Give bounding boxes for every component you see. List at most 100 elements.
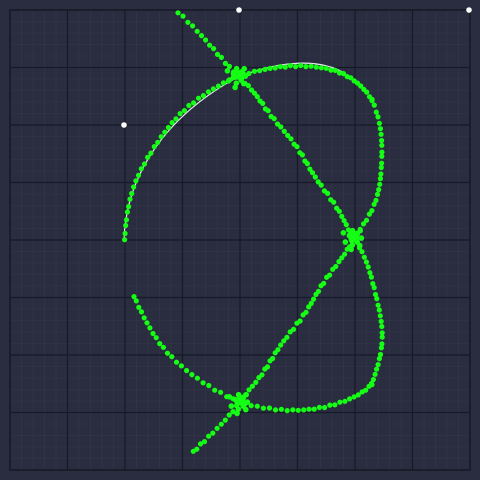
green-dot-icon <box>306 304 312 310</box>
green-dot-icon <box>186 102 192 109</box>
green-dot-icon <box>347 396 353 402</box>
green-dot-icon <box>324 274 330 280</box>
green-dot-icon <box>262 66 268 72</box>
green-dot-icon <box>260 405 266 411</box>
green-dot-icon <box>303 64 309 70</box>
green-dot-icon <box>160 344 166 350</box>
green-dot-icon <box>379 323 385 330</box>
green-dot-icon <box>129 190 135 197</box>
green-dot-icon <box>228 403 235 409</box>
control-point-icon[interactable] <box>466 7 472 13</box>
green-dot-icon <box>377 176 383 182</box>
green-dot-icon <box>375 114 381 120</box>
green-dot-icon <box>372 371 378 377</box>
green-dot-icon <box>342 398 348 404</box>
green-dot-icon <box>205 89 211 95</box>
green-dot-icon <box>135 172 142 178</box>
green-dot-icon <box>378 345 384 351</box>
drawing-canvas[interactable] <box>0 0 480 480</box>
green-dot-icon <box>173 359 180 365</box>
green-dot-icon <box>351 394 357 400</box>
green-dot-icon <box>210 86 216 92</box>
green-dot-icon <box>290 407 296 413</box>
control-point-icon[interactable] <box>121 122 127 128</box>
green-dot-icon <box>357 242 363 249</box>
green-dot-icon <box>330 266 336 272</box>
green-dot-icon <box>272 407 279 413</box>
green-dot-icon <box>266 405 273 411</box>
green-dot-icon <box>256 375 262 381</box>
green-dot-icon <box>378 318 384 324</box>
green-dot-icon <box>232 84 238 91</box>
green-dot-icon <box>371 102 377 108</box>
green-dot-icon <box>251 68 257 74</box>
green-dot-icon <box>272 350 278 356</box>
green-dot-icon <box>267 358 273 364</box>
green-dot-icon <box>374 366 380 372</box>
green-dot-icon <box>246 387 252 393</box>
green-dot-icon <box>150 330 156 337</box>
green-dot-icon <box>278 406 284 412</box>
green-dot-icon <box>158 134 164 140</box>
green-dot-icon <box>218 389 224 395</box>
green-dot-icon <box>272 65 278 71</box>
green-dot-icon <box>226 394 233 400</box>
green-dot-icon <box>332 402 338 408</box>
green-dot-icon <box>145 154 151 160</box>
green-dot-icon <box>218 421 224 427</box>
green-dot-icon <box>189 372 195 378</box>
green-dot-icon <box>309 170 316 176</box>
green-dot-icon <box>243 391 249 398</box>
green-dot-icon <box>371 201 377 207</box>
green-dot-icon <box>364 89 370 95</box>
green-dot-icon <box>226 412 232 418</box>
green-dot-icon <box>190 23 196 29</box>
green-dot-icon <box>282 64 288 70</box>
green-dot-icon <box>293 64 299 70</box>
green-dot-icon <box>336 208 342 214</box>
green-dot-icon <box>138 309 145 315</box>
green-dot-icon <box>153 335 159 341</box>
green-dot-icon <box>378 164 384 171</box>
green-dot-icon <box>340 230 347 236</box>
green-dot-icon <box>260 100 266 106</box>
control-point-icon[interactable] <box>236 7 242 13</box>
green-dot-icon <box>126 204 132 210</box>
green-dot-icon <box>361 254 367 260</box>
green-dot-icon <box>346 232 353 239</box>
green-dot-icon <box>325 190 331 196</box>
green-dot-icon <box>244 399 251 405</box>
green-dot-icon <box>277 64 283 70</box>
green-dot-icon <box>343 222 349 228</box>
green-dot-icon <box>284 408 290 414</box>
green-dot-icon <box>147 325 153 331</box>
green-dot-icon <box>144 320 150 326</box>
green-dot-icon <box>365 264 371 270</box>
green-dot-icon <box>127 196 133 202</box>
green-dot-icon <box>178 363 184 369</box>
green-dot-icon <box>323 65 329 71</box>
green-dot-icon <box>232 396 239 403</box>
green-dot-icon <box>162 129 168 135</box>
green-dot-icon <box>169 120 175 126</box>
green-dot-icon <box>224 68 231 74</box>
green-dot-icon <box>308 63 314 69</box>
green-dot-icon <box>379 153 385 159</box>
green-dot-icon <box>241 80 247 87</box>
green-dot-icon <box>363 259 369 265</box>
green-dot-icon <box>373 109 379 115</box>
green-dot-icon <box>322 404 328 411</box>
green-dot-icon <box>336 259 342 265</box>
green-dot-icon <box>185 19 191 25</box>
green-dot-icon <box>243 406 249 413</box>
green-dot-icon <box>177 111 183 117</box>
green-dot-icon <box>313 64 319 70</box>
green-dot-icon <box>377 181 383 187</box>
green-dot-icon <box>184 367 190 374</box>
green-dot-icon <box>157 341 163 347</box>
green-dot-icon <box>301 407 307 413</box>
green-dot-icon <box>200 93 206 99</box>
green-dot-icon <box>271 116 277 122</box>
green-dot-icon <box>304 161 310 167</box>
green-dot-icon <box>311 406 317 412</box>
